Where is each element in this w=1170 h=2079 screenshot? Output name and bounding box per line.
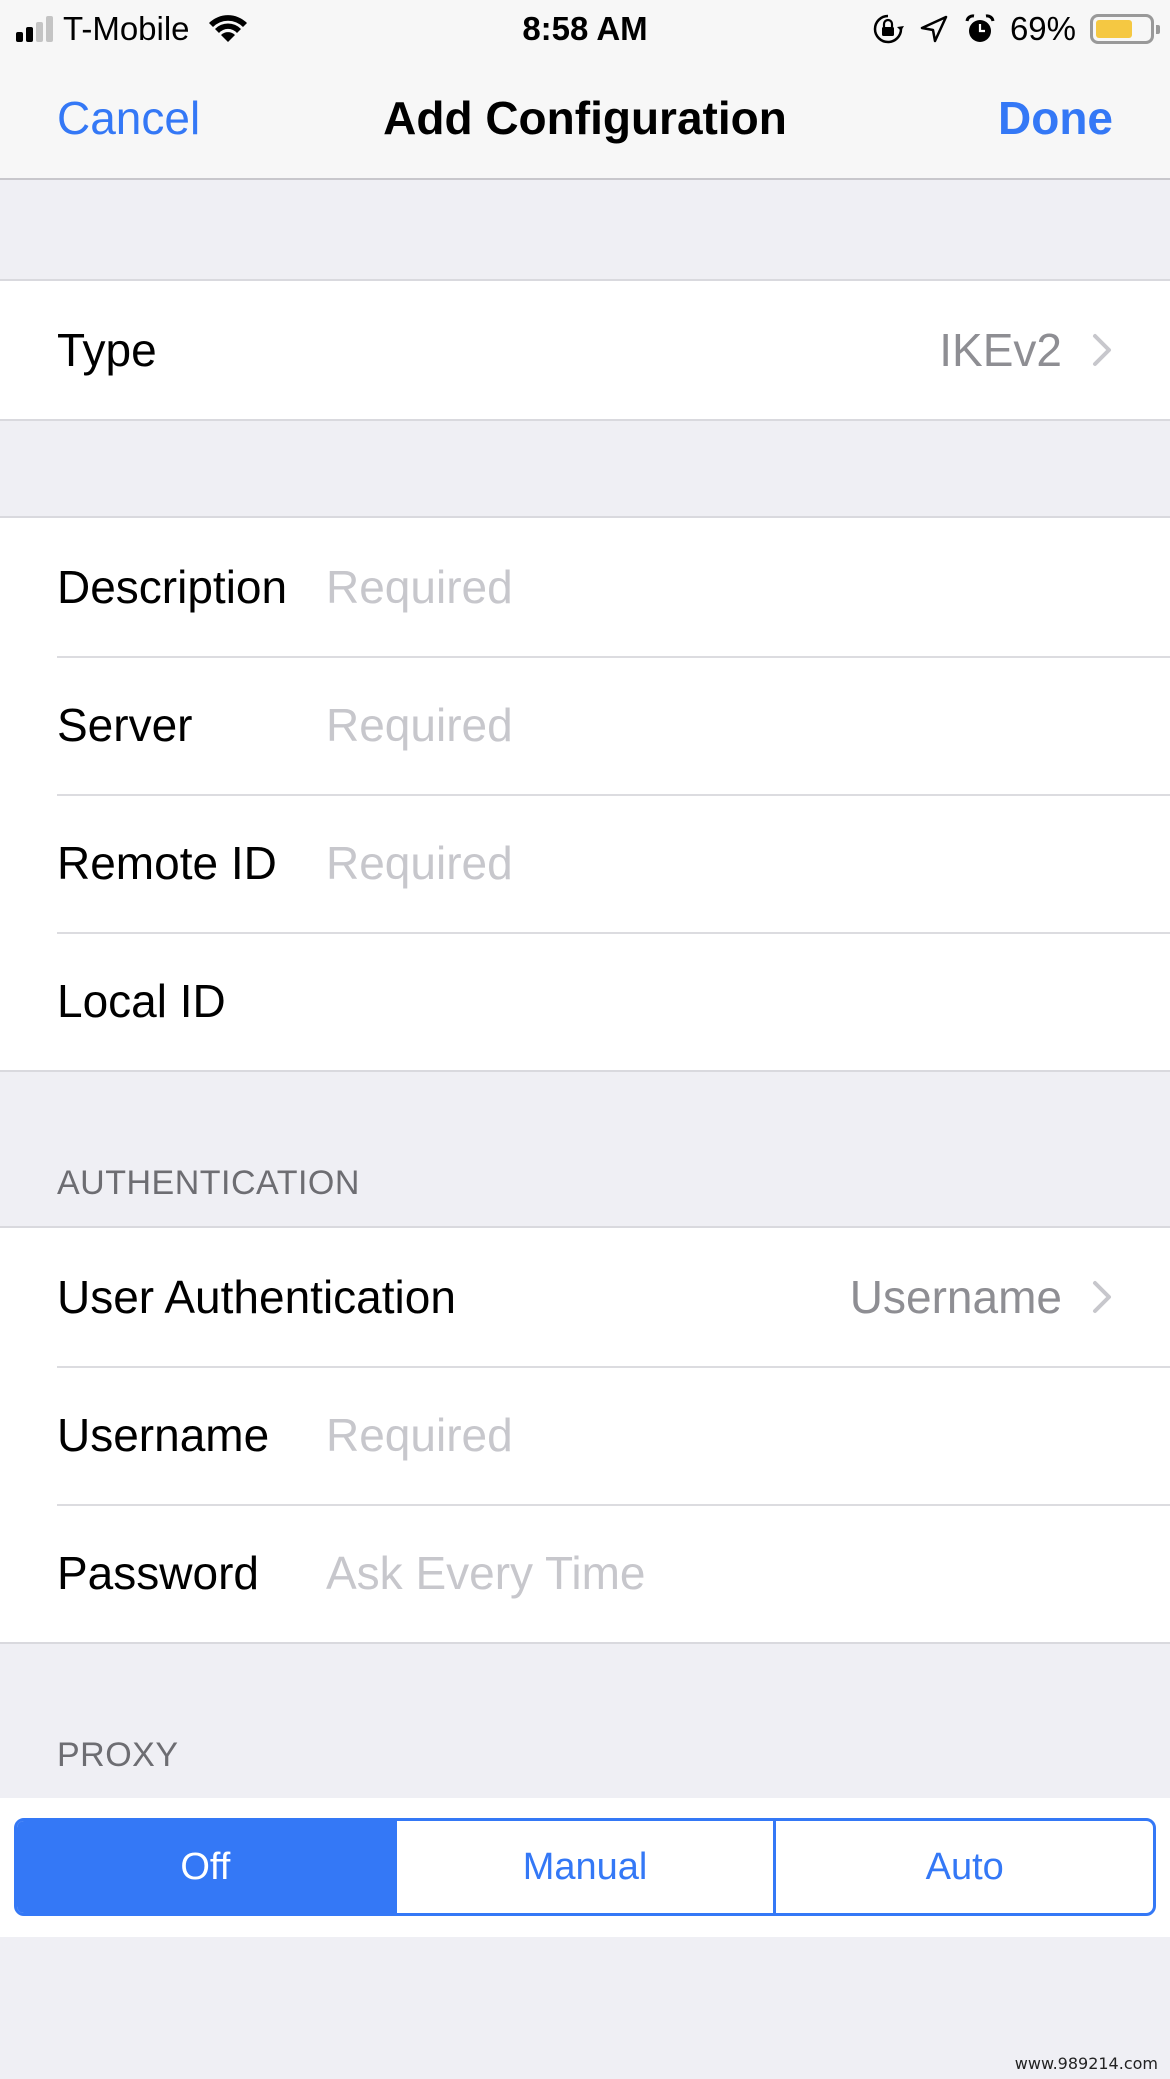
proxy-section-header: PROXY (57, 1736, 179, 1774)
battery-nub (1156, 25, 1160, 34)
authentication-group: User Authentication Username Username Pa… (0, 1226, 1170, 1644)
password-label: Password (57, 1547, 259, 1599)
description-row: Description (0, 518, 1170, 656)
server-row: Server (0, 656, 1170, 794)
proxy-option-manual[interactable]: Manual (393, 1821, 774, 1913)
local-id-row: Local ID (0, 932, 1170, 1070)
user-authentication-value: Username (849, 1271, 1062, 1323)
proxy-group: Off Manual Auto (0, 1798, 1170, 1937)
server-label: Server (57, 699, 193, 751)
description-label: Description (57, 561, 288, 613)
user-authentication-label: User Authentication (57, 1271, 456, 1323)
local-id-label: Local ID (57, 975, 226, 1027)
username-label: Username (57, 1409, 270, 1461)
proxy-segmented-control: Off Manual Auto (14, 1818, 1156, 1916)
type-value: IKEv2 (939, 324, 1062, 376)
description-input[interactable] (326, 552, 1130, 622)
location-icon (920, 15, 948, 43)
remote-id-input[interactable] (326, 828, 1130, 898)
alarm-icon (965, 14, 995, 42)
username-row: Username (0, 1366, 1170, 1504)
authentication-section-header: AUTHENTICATION (57, 1164, 360, 1202)
password-row: Password (0, 1504, 1170, 1642)
general-group: Description Server Remote ID Local ID (0, 516, 1170, 1072)
navigation-bar: Cancel Add Configuration Done (0, 58, 1170, 180)
proxy-option-off[interactable]: Off (17, 1821, 394, 1913)
type-row[interactable]: Type IKEv2 (0, 281, 1170, 419)
user-authentication-row[interactable]: User Authentication Username (0, 1228, 1170, 1366)
chevron-right-icon (1093, 1281, 1111, 1313)
cancel-button[interactable]: Cancel (57, 58, 200, 178)
proxy-option-auto[interactable]: Auto (773, 1821, 1153, 1913)
remote-id-row: Remote ID (0, 794, 1170, 932)
battery-fill (1096, 20, 1132, 38)
chevron-right-icon (1093, 334, 1111, 366)
type-group: Type IKEv2 (0, 279, 1170, 421)
battery-icon (1090, 14, 1160, 44)
password-input[interactable] (326, 1538, 1130, 1608)
local-id-input[interactable] (326, 966, 1130, 1036)
remote-id-label: Remote ID (57, 837, 277, 889)
username-input[interactable] (326, 1400, 1130, 1470)
status-bar: T-Mobile 8:58 AM 69% (0, 0, 1170, 58)
status-bar-right: 69% (872, 8, 1160, 50)
battery-percentage: 69% (1009, 10, 1076, 47)
type-label: Type (57, 324, 157, 376)
done-button[interactable]: Done (998, 58, 1113, 178)
watermark: www.989214.com (1014, 2054, 1158, 2073)
server-input[interactable] (326, 690, 1130, 760)
orientation-lock-icon (873, 14, 904, 44)
